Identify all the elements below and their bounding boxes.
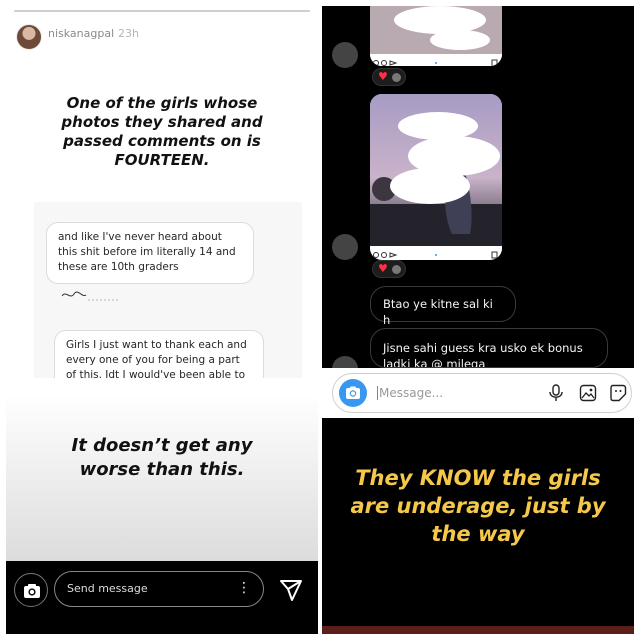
send-message-input[interactable]: Send message ⋮ [54, 571, 264, 607]
story-headline: One of the girls whose photos they share… [61, 94, 263, 169]
message-input[interactable]: Message... [332, 373, 632, 413]
camera-icon [24, 584, 40, 598]
post-image [370, 94, 502, 246]
dm-panel: ♥ ♥ Btao ye kitne sal ki h Jisne sahi gu… [322, 6, 634, 634]
scribble-mark [61, 291, 118, 301]
reaction-badge[interactable]: ♥ [372, 260, 406, 278]
heart-icon: ♥ [378, 70, 388, 83]
camera-button[interactable] [339, 379, 367, 407]
bottom-strip [322, 626, 634, 634]
story-progress-bar [14, 10, 310, 12]
dm-message[interactable]: Jisne sahi guess kra usko ek bonus ladki… [370, 328, 608, 368]
message-placeholder: Message... [377, 386, 444, 400]
screenshot-message-2: Girls I just want to thank each and ever… [54, 330, 264, 378]
post-action-bar [370, 246, 502, 259]
more-icon[interactable]: ⋮ [237, 580, 251, 596]
story-reply-bar: Send message ⋮ [6, 561, 318, 634]
message-composer: Message... [322, 368, 634, 418]
story-bottom-text: It doesn’t get any worse than this. [71, 435, 253, 480]
send-icon[interactable] [278, 577, 304, 603]
heart-icon: ♥ [378, 262, 388, 275]
story-panel: niskanagpal 23h One of the girls whose p… [6, 6, 318, 634]
sender-avatar[interactable] [332, 234, 358, 260]
sticker-icon[interactable] [609, 384, 627, 402]
story-time: 23h [118, 27, 139, 40]
story-username[interactable]: niskanagpal [48, 27, 114, 40]
shared-post[interactable] [370, 94, 502, 260]
story-content: niskanagpal 23h One of the girls whose p… [6, 6, 318, 561]
reactor-avatar [392, 73, 401, 82]
send-message-placeholder: Send message [67, 582, 148, 595]
camera-button[interactable] [14, 573, 48, 607]
camera-icon [346, 386, 360, 399]
shared-post[interactable] [370, 6, 502, 66]
post-action-bar [370, 54, 502, 66]
chat-screenshot: and like I've never heard about this shi… [34, 202, 302, 378]
microphone-icon[interactable] [547, 384, 565, 402]
reactor-avatar [392, 265, 401, 274]
avatar[interactable] [16, 24, 42, 50]
gallery-icon[interactable] [579, 384, 597, 402]
screenshot-message-1: and like I've never heard about this shi… [46, 222, 254, 284]
overlay-caption: They KNOW the girls are underage, just b… [350, 466, 606, 546]
reaction-badge[interactable]: ♥ [372, 68, 406, 86]
post-image [370, 6, 502, 54]
dm-message[interactable]: Btao ye kitne sal ki h [370, 286, 516, 327]
sender-avatar[interactable] [332, 42, 358, 68]
